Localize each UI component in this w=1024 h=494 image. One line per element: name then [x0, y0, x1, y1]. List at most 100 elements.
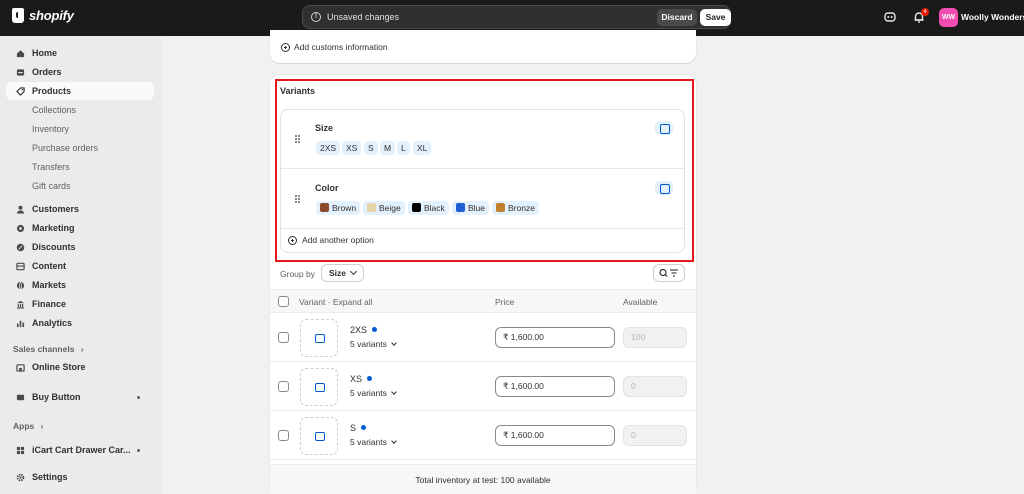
available-input[interactable]: 100 — [623, 327, 687, 348]
variant-count-text: 5 variants — [350, 339, 387, 349]
price-input[interactable]: ₹ 1,600.00 — [495, 376, 615, 397]
sidebar-subitem-transfers[interactable]: Transfers — [32, 162, 70, 172]
highlight-box — [275, 79, 694, 262]
chevron-down-icon — [391, 389, 397, 395]
row-checkbox[interactable] — [278, 430, 289, 441]
variant-count-toggle[interactable]: 5 variants — [350, 437, 397, 447]
notification-badge: 4 — [921, 8, 929, 16]
sidebar-item-orders[interactable]: Orders — [6, 63, 154, 81]
table-row[interactable]: 2XS 5 variants ₹ 1,600.00 100 — [270, 313, 696, 362]
group-by-select[interactable]: Size — [321, 264, 364, 282]
sidebar-subitem-collections[interactable]: Collections — [32, 105, 76, 115]
chevron-right-icon: › — [40, 421, 44, 431]
status-dot — [367, 376, 373, 381]
chevron-right-icon: › — [80, 344, 84, 354]
sidebar-item-markets[interactable]: Markets — [6, 276, 154, 294]
save-button[interactable]: Save — [700, 9, 731, 26]
select-all-checkbox[interactable] — [278, 296, 289, 307]
add-image-button[interactable] — [300, 319, 338, 357]
search-filter-icon — [659, 268, 678, 277]
variant-name: S — [350, 423, 367, 433]
sidebar-item-label: Markets — [32, 280, 67, 290]
app-icon — [16, 446, 25, 454]
sidebar-subitem-gift-cards[interactable]: Gift cards — [32, 181, 71, 191]
sales-channels-section[interactable]: Sales channels › — [13, 344, 84, 354]
content-icon — [16, 262, 25, 270]
sales-channels-label: Sales channels — [13, 344, 75, 354]
row-checkbox[interactable] — [278, 332, 289, 343]
sidebar-item-label: Finance — [32, 299, 67, 309]
globe-icon — [16, 281, 25, 290]
apps-label: Apps — [13, 421, 35, 431]
add-image-button[interactable] — [300, 417, 338, 455]
gear-icon — [16, 473, 25, 481]
shopify-logo[interactable]: shopify — [12, 8, 74, 23]
variant-count-text: 5 variants — [350, 388, 387, 398]
variant-name: 2XS — [350, 325, 378, 335]
logo-text: shopify — [29, 8, 74, 23]
sidebar-item-label: Content — [32, 261, 66, 271]
row-checkbox[interactable] — [278, 381, 289, 392]
variant-column-header[interactable]: Variant · Expand all — [299, 297, 373, 307]
sidebar-item-home[interactable]: Home — [6, 44, 154, 62]
sidebar-item-settings[interactable]: Settings — [6, 468, 154, 486]
shopify-bag-icon — [12, 8, 24, 23]
sidebar-item-icart[interactable]: iCart Cart Drawer Car... — [6, 441, 154, 459]
sidebar-item-customers[interactable]: Customers — [6, 200, 154, 218]
bank-icon — [16, 300, 25, 309]
image-icon — [315, 334, 325, 343]
chevron-down-icon — [349, 267, 358, 276]
status-dot — [361, 425, 367, 430]
person-icon — [16, 205, 25, 214]
orders-icon — [16, 68, 25, 76]
variant-count-toggle[interactable]: 5 variants — [350, 388, 397, 398]
discount-icon — [16, 243, 25, 251]
plus-circle-icon — [281, 42, 290, 52]
available-input[interactable]: 0 — [623, 376, 687, 397]
sidebar-item-marketing[interactable]: Marketing — [6, 219, 154, 237]
sidebar-item-discounts[interactable]: Discounts — [6, 238, 154, 256]
sidebar-item-label: Home — [32, 48, 58, 58]
price-column-header: Price — [495, 297, 515, 307]
avatar[interactable]: WW — [939, 8, 958, 27]
image-icon — [315, 383, 325, 392]
unsaved-changes-bar: ! Unsaved changes Discard Save — [302, 5, 731, 29]
available-input[interactable]: 0 — [623, 425, 687, 446]
add-customs-info-button[interactable]: Add customs information — [281, 42, 388, 52]
search-filter-button[interactable] — [653, 264, 685, 282]
chevron-down-icon — [391, 340, 397, 346]
more-dot-icon — [137, 396, 140, 399]
add-image-button[interactable] — [300, 368, 338, 406]
table-row[interactable]: S 5 variants ₹ 1,600.00 0 — [270, 411, 696, 460]
customs-card: Add customs information — [270, 30, 696, 63]
table-row[interactable]: XS 5 variants ₹ 1,600.00 0 — [270, 362, 696, 411]
store-name[interactable]: Woolly Wonders — [961, 12, 1024, 22]
price-input[interactable]: ₹ 1,600.00 — [495, 425, 615, 446]
sidebar-subitem-inventory[interactable]: Inventory — [32, 124, 69, 134]
variant-count-text: 5 variants — [350, 437, 387, 447]
sidebar-item-buy-button[interactable]: Buy Button — [6, 388, 154, 406]
sidebar-item-products[interactable]: Products — [6, 82, 154, 100]
sidebar-item-label: iCart Cart Drawer Car... — [32, 445, 131, 455]
variant-name-text: S — [350, 423, 357, 433]
discard-button[interactable]: Discard — [657, 9, 697, 26]
sidebar-item-content[interactable]: Content — [6, 257, 154, 275]
sidebar-item-finance[interactable]: Finance — [6, 295, 154, 313]
apps-section[interactable]: Apps › — [13, 421, 43, 431]
sidebar-subitem-purchase-orders[interactable]: Purchase orders — [32, 143, 98, 153]
sidebar-item-label: Settings — [32, 472, 68, 482]
sidebar-item-analytics[interactable]: Analytics — [6, 314, 154, 332]
sidebar-item-label: Orders — [32, 67, 62, 77]
buy-button-icon — [16, 394, 25, 400]
status-dot — [372, 327, 378, 332]
price-input[interactable]: ₹ 1,600.00 — [495, 327, 615, 348]
tag-icon — [16, 86, 25, 96]
variant-count-toggle[interactable]: 5 variants — [350, 339, 397, 349]
alert-icon: ! — [311, 12, 321, 22]
group-by-value: Size — [329, 268, 347, 278]
available-column-header: Available — [623, 297, 658, 307]
variant-name: XS — [350, 374, 373, 384]
total-inventory-footer: Total inventory at test: 100 available — [270, 464, 696, 494]
sidebar-item-online-store[interactable]: Online Store — [6, 358, 154, 376]
sidekick-icon[interactable] — [883, 10, 897, 24]
